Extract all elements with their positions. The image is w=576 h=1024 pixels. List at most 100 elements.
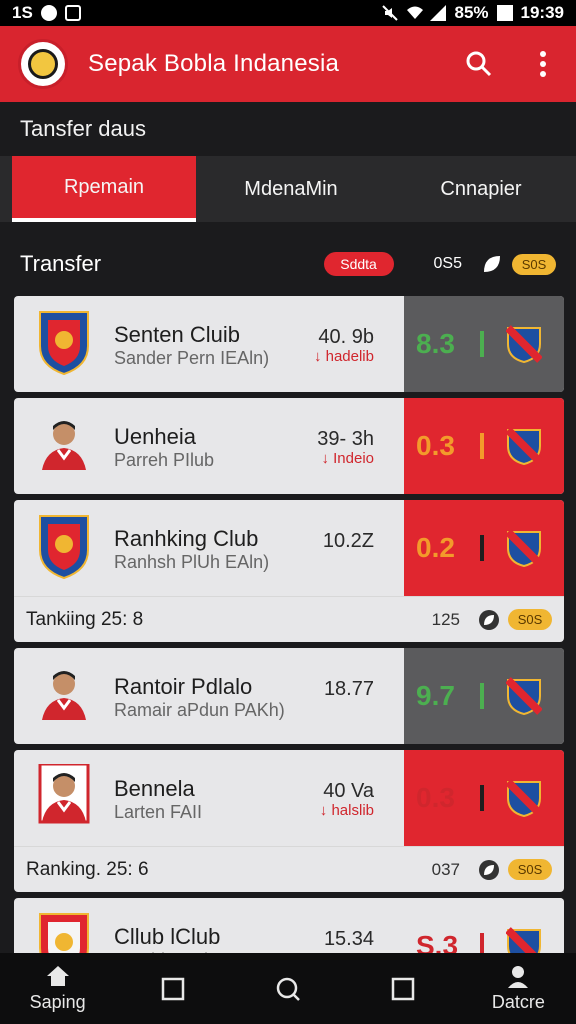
score: 0.2 <box>416 532 455 563</box>
section-title: Tansfer daus <box>20 116 146 141</box>
ranking-number: 037 <box>431 859 460 879</box>
nav-datcre[interactable]: Datcre <box>461 964 576 1013</box>
nav-square-1[interactable] <box>115 977 230 1001</box>
score: 0.3 <box>416 782 455 813</box>
club-name: Ranhking Club <box>114 526 259 551</box>
app-logo <box>18 39 68 89</box>
transfer-value-sub-text: halslib <box>331 802 374 819</box>
transfer-list: Senten Cluib Sander Pern IEAln) 40. 9b ↓ … <box>14 296 564 1000</box>
filter-count: 0S5 <box>433 255 462 272</box>
home-icon <box>46 966 69 986</box>
transfer-card[interactable]: Ranhking Club Ranhsh PlUh EAln) 10.2Z 0.… <box>14 500 564 642</box>
tab-bar: Rpemain MdenaMin Cnnapier <box>0 156 576 222</box>
search-button[interactable] <box>464 49 494 79</box>
transfer-value: 15.34 <box>323 928 374 950</box>
shield-icon <box>506 529 542 568</box>
leaf-icon[interactable] <box>480 252 504 276</box>
filter-badge: S0S <box>512 253 556 275</box>
bottom-nav: Saping Datcre <box>0 953 576 1024</box>
notification-icon <box>40 5 57 21</box>
gallery-icon <box>64 5 81 21</box>
score-box: 9.7 <box>404 648 564 744</box>
transfer-value-sub-text: Indeio <box>333 450 374 467</box>
player-avatar-icon <box>42 421 86 470</box>
search-icon <box>276 977 300 1001</box>
club-sub: Ranhsh PlUh EAln) <box>114 552 270 572</box>
transfer-card[interactable]: Rantoir Pdlalo Ramair aPdun PAKh) 18.77 … <box>14 648 564 744</box>
club-name: Uenheia <box>114 424 196 449</box>
transfer-card[interactable]: Uenheia Parreh PIlub 39- 3h ↓ Indeio 0.3 <box>14 398 564 494</box>
more-vert-icon <box>540 51 546 77</box>
card-footer: Ranking. 25: 6 037 S0S <box>14 846 564 892</box>
transfer-value-sub: ↓ hadelib <box>313 348 374 365</box>
app-bar: Sepak Bobla Indanesia <box>0 26 576 102</box>
ranking-badge: S0S <box>508 609 552 630</box>
ranking-badge: S0S <box>508 859 552 880</box>
battery-percent: 85% <box>454 3 489 22</box>
transfer-value-sub-text: hadelib <box>325 348 374 365</box>
club-crest-icon <box>39 311 89 376</box>
nav-saping-label: Saping <box>29 992 86 1012</box>
score: 8.3 <box>416 328 455 359</box>
tab-mdenamin[interactable]: MdenaMin <box>196 156 386 222</box>
transfer-value: 40 Va <box>323 780 374 802</box>
club-crest-icon <box>39 515 89 580</box>
user-icon <box>508 966 529 988</box>
filter-title: Transfer <box>20 251 102 276</box>
more-options-button[interactable] <box>528 49 558 79</box>
score-bar <box>480 535 484 561</box>
score-box: 0.3 <box>404 398 564 494</box>
card-footer: Tankiing 25: 8 125 S0S <box>14 596 564 642</box>
status-bar: 1S 85% 19:39 <box>0 0 576 26</box>
nav-saping[interactable]: Saping <box>0 964 115 1013</box>
signal-icon <box>430 5 447 21</box>
player-avatar-icon <box>38 764 90 824</box>
transfer-value: 39- 3h <box>317 428 374 450</box>
nav-search[interactable] <box>230 976 345 1002</box>
player-avatar-icon <box>42 671 86 720</box>
score-box: 0.2 <box>404 500 564 596</box>
transfer-card[interactable]: Bennela Larten FAII 40 Va ↓ halslib 0.3 R… <box>14 750 564 892</box>
transfer-value: 18.77 <box>323 678 374 700</box>
club-sub: Parreh PIlub <box>114 450 215 470</box>
score-bar <box>480 683 484 709</box>
club-name: Bennela <box>114 776 195 801</box>
score-bar <box>480 331 484 357</box>
score: 9.7 <box>416 680 455 711</box>
score-box: 8.3 <box>404 296 564 392</box>
score-bar <box>480 433 484 459</box>
club-name: Cllub lClub <box>114 924 221 949</box>
club-sub: Sander Pern IEAln) <box>114 348 270 368</box>
battery-icon <box>496 5 513 21</box>
shield-icon <box>506 677 542 716</box>
tab-rpemain[interactable]: Rpemain <box>12 156 196 222</box>
ranking-label: Ranking. 25: 6 <box>26 858 149 880</box>
leaf-icon[interactable] <box>478 609 500 631</box>
nav-square-2[interactable] <box>346 977 461 1001</box>
transfer-value-sub: ↓ halslib <box>319 802 374 819</box>
nav-datcre-label: Datcre <box>491 992 545 1012</box>
mute-icon <box>382 5 399 21</box>
tab-cnnapier[interactable]: Cnnapier <box>386 156 576 222</box>
club-sub: Larten FAII <box>114 802 203 822</box>
leaf-icon[interactable] <box>478 859 500 881</box>
filter-pill[interactable]: Sddta <box>323 252 394 276</box>
transfer-card[interactable]: Senten Cluib Sander Pern IEAln) 40. 9b ↓ … <box>14 296 564 392</box>
shield-icon <box>506 325 542 364</box>
club-name: Senten Cluib <box>114 322 240 347</box>
shield-icon <box>506 427 542 466</box>
score-box: 0.3 <box>404 750 564 846</box>
transfer-value: 40. 9b <box>318 326 374 348</box>
shield-icon <box>506 779 542 818</box>
club-sub: Ramair aPdun PAKh) <box>114 700 285 720</box>
square-icon <box>391 977 415 1000</box>
ranking-label: Tankiing 25: 8 <box>26 608 144 630</box>
wifi-icon <box>406 5 424 21</box>
score: 0.3 <box>416 430 455 461</box>
status-left-text: 1S <box>12 3 33 22</box>
app-title: Sepak Bobla Indanesia <box>88 50 340 77</box>
filter-row: Transfer Sddta 0S5 S0S <box>0 246 576 282</box>
club-name: Rantoir Pdlalo <box>114 674 253 699</box>
transfer-value-sub: ↓ Indeio <box>321 450 374 467</box>
clock: 19:39 <box>520 3 564 22</box>
